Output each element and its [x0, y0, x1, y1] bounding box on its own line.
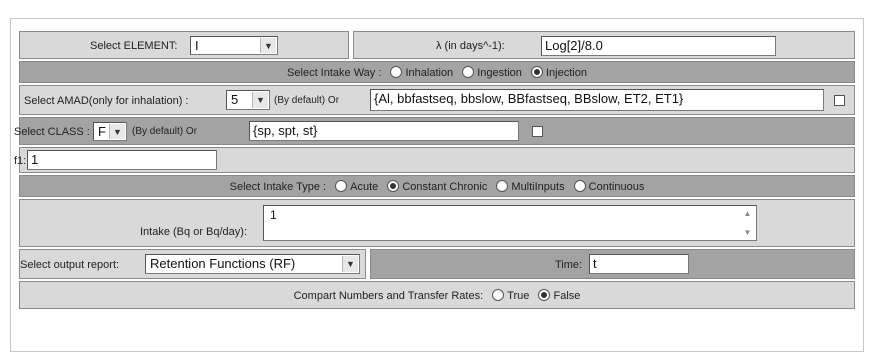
- form-container: Select ELEMENT: I ▼ λ (in days^-1): Log[…: [10, 18, 864, 352]
- compart-row: Compart Numbers and Transfer Rates: True…: [19, 281, 855, 309]
- compartments-checkbox[interactable]: [834, 95, 845, 106]
- intake-type-label: Select Intake Type :: [229, 181, 327, 193]
- intake-label: Intake (Bq or Bq/day):: [140, 226, 247, 238]
- class-default-text: (By default) Or: [132, 126, 198, 137]
- compart-label: Compart Numbers and Transfer Rates:: [293, 290, 484, 302]
- amad-label: Select AMAD(only for inhalation) :: [24, 95, 189, 107]
- time-label: Time:: [555, 259, 583, 271]
- chevron-down-icon: ▼: [109, 124, 125, 139]
- compartments-input[interactable]: {Al, bbfastseq, bbslow, BBfastseq, BBslo…: [370, 89, 824, 111]
- output-select[interactable]: Retention Functions (RF) ▼: [145, 254, 360, 274]
- element-label: Select ELEMENT:: [90, 40, 178, 52]
- f1-row: f1: 1: [14, 147, 855, 173]
- chevron-down-icon: ▼: [260, 38, 276, 53]
- true-label: True: [507, 290, 530, 302]
- radio-acute[interactable]: [335, 180, 348, 192]
- lambda-label: λ (in days^-1):: [436, 40, 505, 52]
- lambda-input[interactable]: Log[2]/8.0: [541, 36, 776, 56]
- compart-group: Compart Numbers and Transfer Rates: True…: [20, 289, 854, 302]
- intake-way-row: Select Intake Way : Inhalation Ingestion…: [19, 61, 855, 83]
- element-select-value: I: [195, 38, 199, 53]
- continuous-label: Continuous: [588, 181, 645, 193]
- acute-label: Acute: [350, 181, 379, 193]
- element-select[interactable]: I ▼: [190, 36, 278, 55]
- output-select-value: Retention Functions (RF): [150, 256, 296, 271]
- f1-label: f1:: [14, 155, 27, 167]
- radio-continuous[interactable]: [573, 180, 586, 192]
- class-select[interactable]: F ▼: [93, 122, 127, 141]
- intake-row: Intake (Bq or Bq/day): 1 ▲ ▼: [19, 199, 855, 247]
- amad-select[interactable]: 5 ▼: [226, 90, 270, 110]
- radio-injection[interactable]: [530, 66, 543, 78]
- f1-input[interactable]: 1: [27, 150, 217, 170]
- element-cell: Select ELEMENT: I ▼: [19, 31, 349, 59]
- lambda-cell: λ (in days^-1): Log[2]/8.0: [353, 31, 855, 59]
- injection-label: Injection: [545, 67, 587, 79]
- ingestion-label: Ingestion: [477, 67, 522, 79]
- time-cell: Time: t: [370, 249, 855, 279]
- intake-type-row: Select Intake Type : Acute Constant Chro…: [19, 175, 855, 197]
- class-list-input[interactable]: {sp, spt, st}: [249, 121, 519, 141]
- false-label: False: [553, 290, 581, 302]
- scroll-down-icon[interactable]: ▼: [741, 226, 754, 239]
- output-cell: Select output report: Retention Function…: [19, 249, 366, 279]
- intake-value: 1: [270, 208, 277, 222]
- amad-select-value: 5: [231, 92, 239, 107]
- output-row: Select output report: Retention Function…: [19, 249, 855, 279]
- intake-way-group: Select Intake Way : Inhalation Ingestion…: [20, 66, 854, 79]
- radio-ingestion[interactable]: [462, 66, 475, 78]
- amad-default-text: (By default) Or: [274, 95, 340, 106]
- radio-constant-chronic[interactable]: [387, 180, 400, 192]
- intake-type-group: Select Intake Type : Acute Constant Chro…: [20, 180, 854, 193]
- class-row: Select CLASS : F ▼ (By default) Or {sp, …: [14, 117, 855, 145]
- inhalation-label: Inhalation: [405, 67, 454, 79]
- class-select-value: F: [98, 124, 106, 139]
- time-input[interactable]: t: [589, 254, 689, 274]
- class-checkbox[interactable]: [532, 126, 543, 137]
- class-label: Select CLASS :: [14, 126, 90, 138]
- amad-row: Select AMAD(only for inhalation) : 5 ▼ (…: [19, 85, 855, 115]
- intake-way-label: Select Intake Way :: [287, 67, 382, 79]
- element-row: Select ELEMENT: I ▼ λ (in days^-1): Log[…: [19, 31, 855, 59]
- radio-false[interactable]: [538, 289, 551, 301]
- radio-multiinputs[interactable]: [496, 180, 509, 192]
- constant-chronic-label: Constant Chronic: [402, 181, 488, 193]
- output-label: Select output report:: [20, 259, 120, 271]
- radio-true[interactable]: [492, 289, 505, 301]
- radio-inhalation[interactable]: [390, 66, 403, 78]
- scroll-up-icon[interactable]: ▲: [741, 207, 754, 220]
- intake-textarea[interactable]: 1 ▲ ▼: [263, 205, 757, 241]
- multiinputs-label: MultiInputs: [511, 181, 565, 193]
- chevron-down-icon: ▼: [342, 256, 358, 272]
- chevron-down-icon: ▼: [252, 92, 268, 108]
